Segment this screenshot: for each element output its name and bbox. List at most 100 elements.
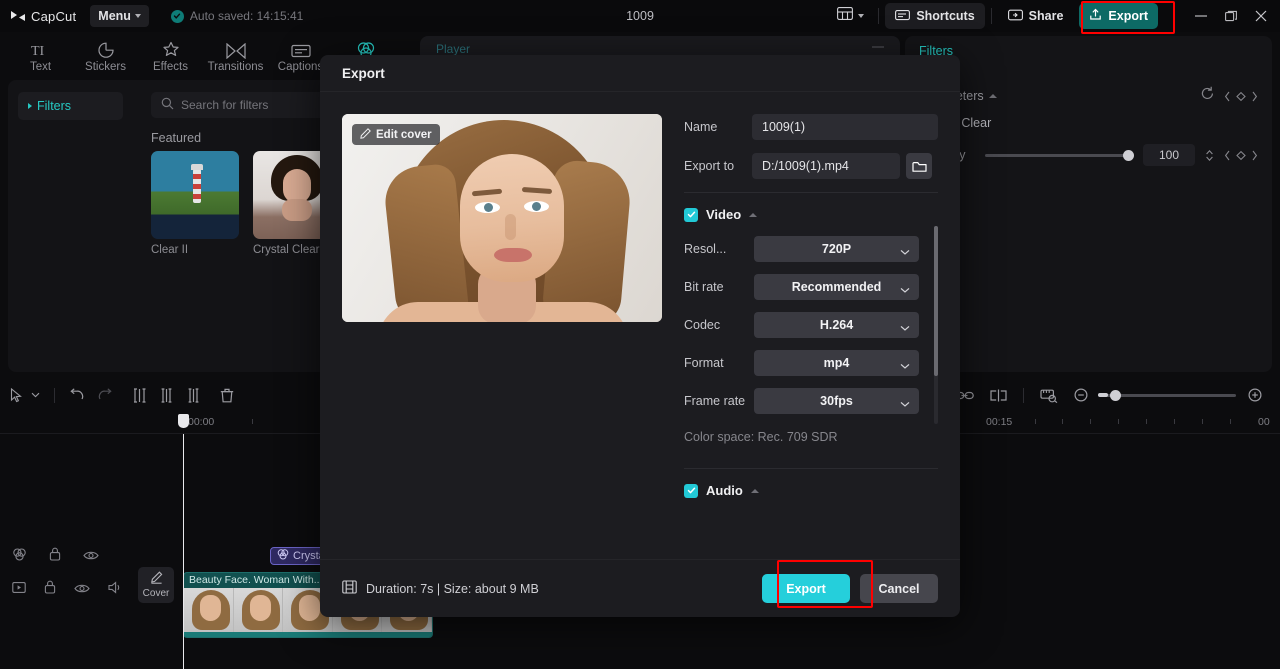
intensity-slider[interactable]	[985, 154, 1133, 157]
shortcuts-button[interactable]: Shortcuts	[885, 3, 984, 29]
intensity-stepper[interactable]	[1205, 149, 1214, 162]
folder-icon[interactable]	[906, 153, 932, 179]
tab-text[interactable]: TI Text	[8, 40, 73, 73]
filter-item[interactable]: Clear II	[151, 151, 239, 266]
export-dialog: Export	[320, 55, 960, 617]
share-label: Share	[1029, 9, 1064, 23]
codec-row: Codec H.264	[684, 312, 938, 338]
tab-transitions[interactable]: Transitions	[203, 40, 268, 73]
split-icon[interactable]	[133, 388, 146, 403]
redo-icon[interactable]	[98, 388, 113, 402]
category-filters[interactable]: Filters	[18, 92, 123, 120]
divider	[878, 8, 879, 24]
bitrate-select[interactable]: Recommended	[754, 274, 919, 300]
video-icon[interactable]	[12, 581, 26, 599]
tab-effects[interactable]: Effects	[138, 40, 203, 73]
zoom-slider[interactable]	[1104, 394, 1236, 397]
right-panel-tab-filters[interactable]: Filters	[905, 36, 1272, 58]
reset-icon[interactable]	[1200, 86, 1215, 106]
zoom-slider-handle[interactable]	[1110, 390, 1121, 401]
duration-size-text: Duration: 7s | Size: about 9 MB	[366, 582, 539, 596]
dialog-scrollbar[interactable]	[934, 226, 938, 424]
scrollbar-thumb[interactable]	[934, 226, 938, 376]
select-cursor-icon[interactable]	[10, 388, 23, 403]
zoom-in-icon[interactable]	[1248, 388, 1262, 402]
fit-timeline-icon[interactable]	[1040, 388, 1058, 403]
tab-stickers[interactable]: Stickers	[73, 40, 138, 73]
minimize-button[interactable]	[1186, 3, 1216, 29]
edit-cover-label: Edit cover	[376, 129, 432, 141]
framerate-value: 30fps	[820, 394, 853, 408]
layout-button[interactable]	[829, 4, 872, 28]
export-confirm-button[interactable]: Export	[762, 574, 850, 603]
slider-handle[interactable]	[1123, 150, 1134, 161]
chevron-up-icon[interactable]	[989, 94, 997, 98]
menu-button[interactable]: Menu	[90, 5, 149, 27]
eye-icon[interactable]	[74, 581, 90, 599]
format-select[interactable]: mp4	[754, 350, 919, 376]
chevron-down-icon	[900, 397, 910, 411]
stickers-icon	[97, 40, 115, 59]
intensity-keyframe-nav[interactable]	[1224, 149, 1258, 162]
codec-label: Codec	[684, 318, 754, 332]
tab-label: Text	[30, 61, 51, 73]
framerate-select[interactable]: 30fps	[754, 388, 919, 414]
edit-cover-button[interactable]: Edit cover	[352, 124, 440, 145]
video-section-header: Video	[684, 207, 938, 222]
volume-icon[interactable]	[108, 581, 123, 599]
cancel-button[interactable]: Cancel	[860, 574, 938, 603]
intensity-value[interactable]: 100	[1143, 144, 1195, 166]
app-name: CapCut	[31, 9, 76, 24]
app-logo: CapCut	[10, 9, 76, 24]
name-input[interactable]: 1009(1)	[752, 114, 938, 140]
cover-column: Edit cover	[342, 114, 662, 570]
cover-button[interactable]: Cover	[138, 567, 174, 603]
divider	[1023, 388, 1024, 403]
chevron-up-icon[interactable]	[749, 213, 757, 217]
tab-label: Captions	[278, 61, 323, 73]
playhead[interactable]	[183, 434, 184, 669]
codec-select[interactable]: H.264	[754, 312, 919, 338]
lock-icon[interactable]	[44, 580, 56, 599]
tab-label: Transitions	[208, 61, 264, 73]
export-button-topbar[interactable]: Export	[1079, 3, 1158, 29]
bitrate-row: Bit rate Recommended	[684, 274, 938, 300]
chevron-right-icon	[28, 103, 32, 109]
lighthouse-art	[151, 151, 239, 239]
footer-buttons: Export Cancel	[762, 574, 938, 603]
mirror-icon[interactable]	[990, 389, 1007, 402]
duration-info: Duration: 7s | Size: about 9 MB	[342, 580, 539, 597]
chevron-up-icon[interactable]	[751, 489, 759, 493]
export-path-input[interactable]: D:/1009(1).mp4	[752, 153, 900, 179]
undo-icon[interactable]	[69, 388, 84, 402]
track-controls-video	[12, 580, 157, 599]
trim-right-icon[interactable]	[187, 388, 200, 403]
export-to-row: Export to D:/1009(1).mp4	[684, 153, 938, 179]
bitrate-label: Bit rate	[684, 280, 754, 294]
delete-icon[interactable]	[220, 388, 234, 403]
close-button[interactable]	[1246, 3, 1276, 29]
keyframe-nav[interactable]	[1224, 90, 1258, 103]
zoom-out-icon[interactable]	[1074, 388, 1088, 402]
video-checkbox[interactable]	[684, 208, 698, 222]
pencil-icon	[360, 128, 371, 142]
filter-icon	[277, 549, 289, 563]
share-button[interactable]: Share	[998, 3, 1074, 29]
eye-icon[interactable]	[83, 548, 99, 566]
audio-checkbox[interactable]	[684, 484, 698, 498]
trim-left-icon[interactable]	[160, 388, 173, 403]
pencil-icon	[150, 571, 163, 587]
maximize-button[interactable]	[1216, 3, 1246, 29]
lock-icon[interactable]	[49, 547, 61, 566]
chevron-down-icon	[900, 283, 910, 297]
format-label: Format	[684, 356, 754, 370]
capcut-logo-icon	[10, 10, 26, 23]
collapse-icon	[872, 46, 884, 48]
name-label: Name	[684, 120, 752, 134]
resolution-select[interactable]: 720P	[754, 236, 919, 262]
tab-label: Stickers	[85, 61, 126, 73]
cursor-dropdown-icon[interactable]	[31, 392, 40, 398]
top-bar-actions: Shortcuts Share Export	[829, 3, 1280, 29]
filter-icon[interactable]	[12, 548, 27, 566]
filter-thumbnail	[151, 151, 239, 239]
